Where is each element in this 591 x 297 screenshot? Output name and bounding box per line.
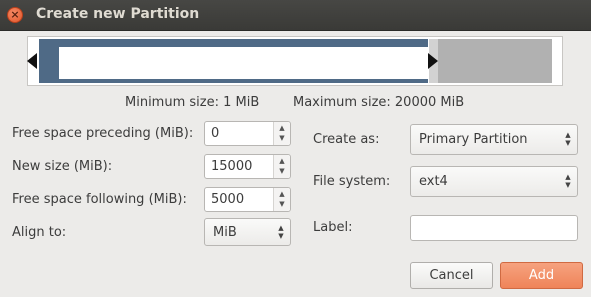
spin-down-icon[interactable]: ▼ [274, 167, 290, 176]
partition-graphic[interactable] [27, 36, 563, 86]
free-space-following-label: Free space following (MiB): [12, 192, 187, 207]
create-as-combobox[interactable]: Primary Partition ▲ ▼ [410, 124, 578, 155]
create-as-label: Create as: [313, 132, 380, 147]
maximum-size-label: Maximum size: 20000 MiB [293, 95, 465, 110]
new-size-input[interactable] [205, 155, 276, 178]
file-system-combobox[interactable]: ext4 ▲ ▼ [410, 166, 578, 197]
title-bar: × Create new Partition [0, 0, 591, 31]
new-size-label: New size (MiB): [12, 159, 113, 174]
create-as-value: Primary Partition [419, 132, 528, 147]
file-system-label: File system: [313, 174, 391, 189]
new-partition-block[interactable] [39, 39, 430, 83]
spin-down-icon[interactable]: ▼ [274, 134, 290, 143]
window-title: Create new Partition [36, 6, 200, 22]
free-space-preceding-spinbutton[interactable]: ▲ ▼ [204, 121, 291, 146]
free-space-preceding-label: Free space preceding (MiB): [12, 126, 194, 141]
resize-left-handle-icon[interactable] [27, 53, 37, 69]
add-button[interactable]: Add [500, 262, 583, 289]
align-to-combobox[interactable]: MiB ▲ ▼ [204, 218, 291, 246]
free-space-following-stepper[interactable]: ▲ ▼ [273, 188, 290, 211]
resize-right-handle-icon[interactable] [428, 53, 438, 69]
free-space-following-spinbutton[interactable]: ▲ ▼ [204, 187, 291, 212]
new-size-stepper[interactable]: ▲ ▼ [273, 155, 290, 178]
spin-up-icon[interactable]: ▲ [274, 124, 290, 133]
file-system-value: ext4 [419, 174, 448, 189]
spin-up-icon[interactable]: ▲ [274, 190, 290, 199]
close-icon[interactable]: × [7, 7, 23, 23]
cancel-button[interactable]: Cancel [410, 262, 493, 289]
new-partition-fill [59, 47, 430, 79]
align-to-label: Align to: [12, 225, 67, 240]
partition-label-input[interactable] [410, 215, 578, 241]
free-space-preceding-stepper[interactable]: ▲ ▼ [273, 122, 290, 145]
unallocated-space-block [429, 39, 552, 83]
free-space-preceding-input[interactable] [205, 122, 276, 145]
combo-updown-icon: ▲ ▼ [565, 131, 571, 147]
align-to-value: MiB [213, 225, 237, 240]
minimum-size-label: Minimum size: 1 MiB [125, 95, 260, 110]
new-size-spinbutton[interactable]: ▲ ▼ [204, 154, 291, 179]
combo-updown-icon: ▲ ▼ [278, 224, 284, 240]
partition-label-label: Label: [313, 220, 353, 235]
combo-updown-icon: ▲ ▼ [565, 173, 571, 189]
free-space-following-input[interactable] [205, 188, 276, 211]
spin-down-icon[interactable]: ▼ [274, 200, 290, 209]
spin-up-icon[interactable]: ▲ [274, 157, 290, 166]
